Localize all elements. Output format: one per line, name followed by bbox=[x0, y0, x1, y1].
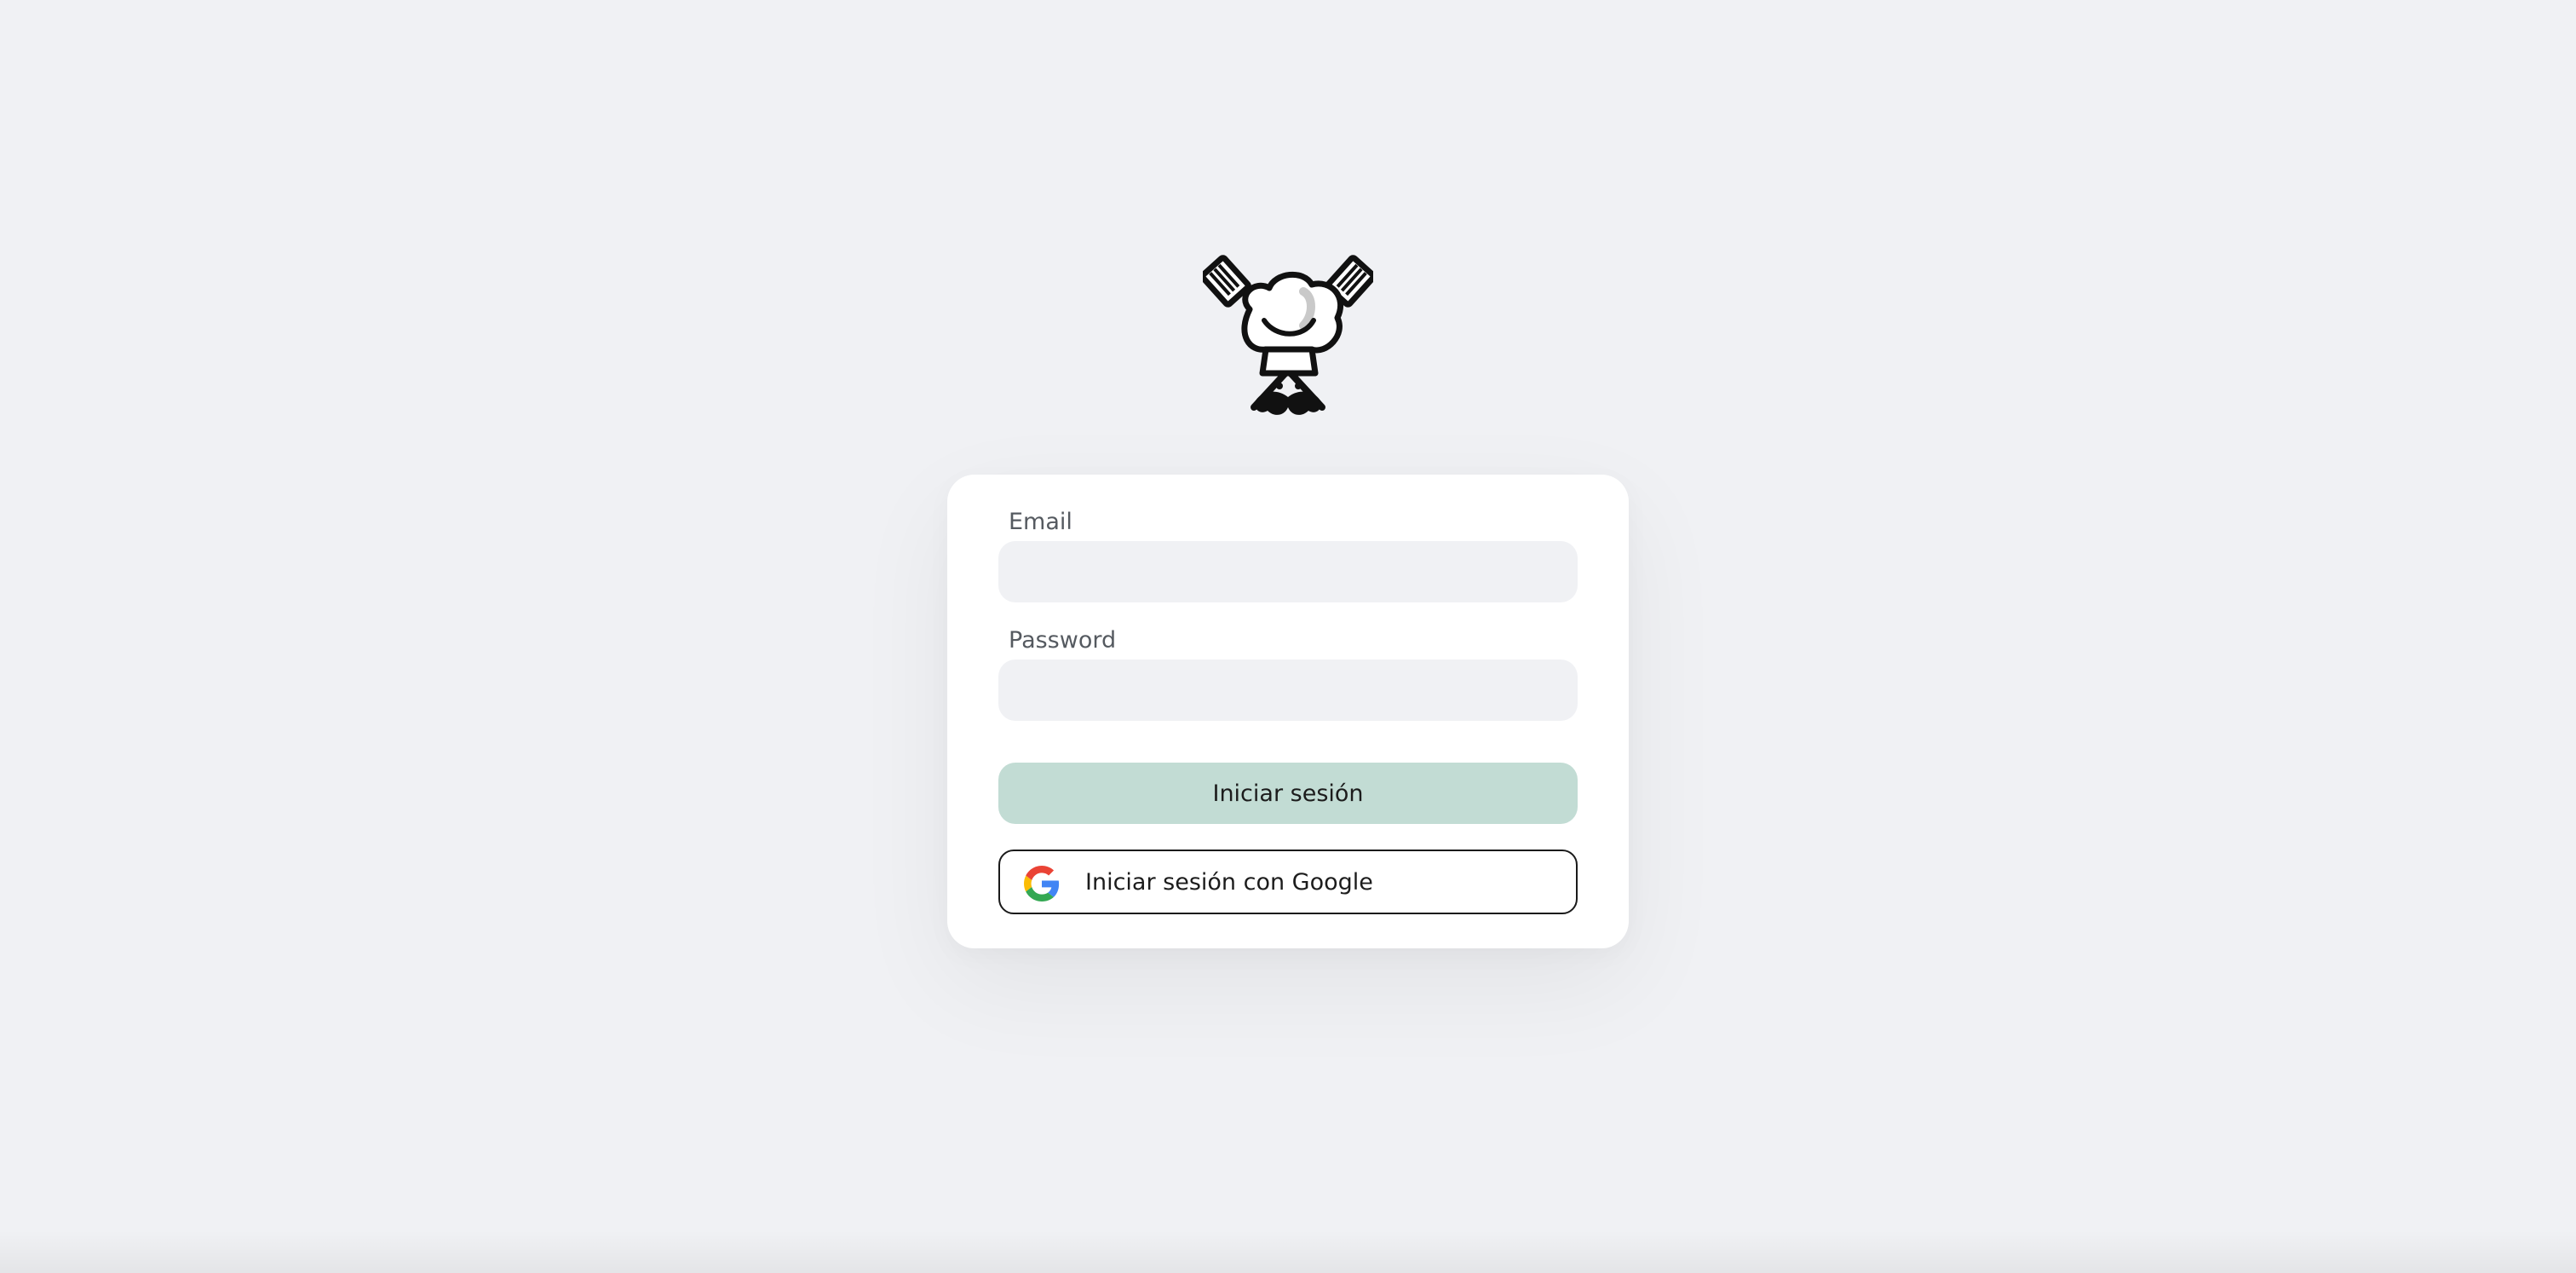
email-field[interactable] bbox=[998, 541, 1578, 602]
login-button-label: Iniciar sesión bbox=[1212, 780, 1364, 807]
google-login-button[interactable]: Iniciar sesión con Google bbox=[998, 850, 1578, 914]
google-login-label: Iniciar sesión con Google bbox=[1085, 869, 1373, 896]
login-card: Email Password Iniciar sesión Iniciar se… bbox=[947, 475, 1629, 948]
password-field[interactable] bbox=[998, 660, 1578, 721]
google-icon bbox=[1024, 866, 1060, 901]
login-button[interactable]: Iniciar sesión bbox=[998, 763, 1578, 824]
email-label: Email bbox=[1009, 509, 1072, 535]
chef-logo-icon bbox=[1203, 254, 1373, 424]
bottom-shadow bbox=[0, 1230, 2576, 1273]
password-label: Password bbox=[1009, 627, 1117, 654]
